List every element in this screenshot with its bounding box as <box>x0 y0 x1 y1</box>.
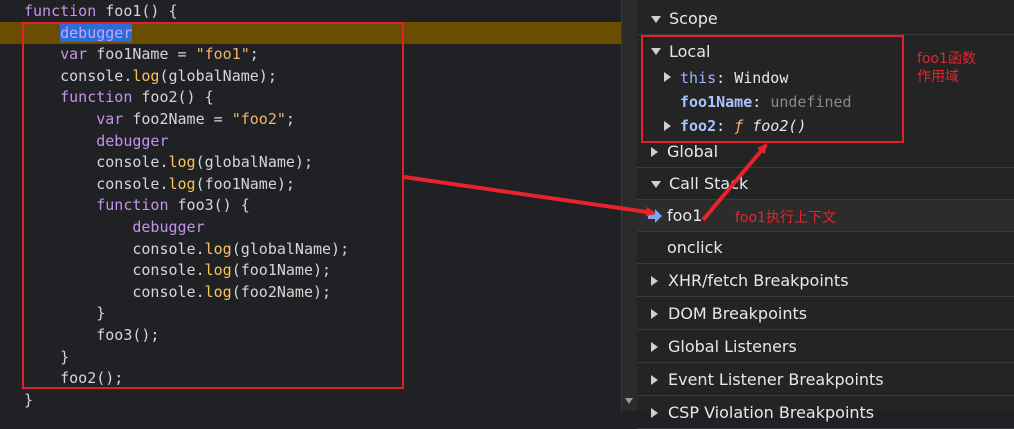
expand-triangle-icon <box>651 342 658 352</box>
section-xhr-fetch-breakpoints[interactable]: XHR/fetch Breakpoints <box>637 265 1014 297</box>
scroll-down-arrow-icon[interactable] <box>625 398 633 404</box>
editor-scrollbar[interactable] <box>621 0 637 411</box>
code-line[interactable]: function foo1() { <box>24 0 621 22</box>
section-csp-violation-breakpoints[interactable]: CSP Violation Breakpoints <box>637 397 1014 429</box>
expand-triangle-icon <box>651 375 658 385</box>
section-dom-breakpoints[interactable]: DOM Breakpoints <box>637 298 1014 330</box>
call-frame-name: foo1 <box>667 206 703 225</box>
expand-triangle-icon <box>651 276 658 286</box>
code-line[interactable]: } <box>24 389 621 411</box>
code-text: } <box>24 390 34 409</box>
section-title: XHR/fetch Breakpoints <box>668 271 849 290</box>
callstack-section-header[interactable]: Call Stack <box>637 168 1014 200</box>
section-global-listeners[interactable]: Global Listeners <box>637 331 1014 363</box>
code-text: foo1() { <box>96 2 178 20</box>
code-keyword: function <box>24 2 97 20</box>
expand-triangle-icon <box>651 147 658 157</box>
call-frame-onclick[interactable]: onclick <box>637 232 1014 264</box>
foo1-body-highlight-box <box>22 22 404 389</box>
section-title: Event Listener Breakpoints <box>668 370 884 389</box>
callstack-title: Call Stack <box>669 174 749 193</box>
expand-triangle-icon <box>651 181 661 188</box>
expand-triangle-icon <box>651 16 661 23</box>
section-event-listener-breakpoints[interactable]: Event Listener Breakpoints <box>637 364 1014 396</box>
section-title: CSP Violation Breakpoints <box>668 403 875 422</box>
section-title: DOM Breakpoints <box>668 304 808 323</box>
call-frame-name: onclick <box>667 238 723 257</box>
expand-triangle-icon <box>651 309 658 319</box>
scope-annotation: foo1函数 作用域 <box>917 51 976 85</box>
context-annotation: foo1执行上下文 <box>735 210 836 226</box>
current-frame-arrow-icon <box>648 209 662 223</box>
section-title: Global Listeners <box>668 337 797 356</box>
local-scope-highlight-box <box>641 35 904 143</box>
scope-title: Scope <box>669 9 718 28</box>
expand-triangle-icon <box>651 408 658 418</box>
code-text: function foo1() { <box>24 2 178 20</box>
scope-section-header[interactable]: Scope <box>637 3 1014 35</box>
